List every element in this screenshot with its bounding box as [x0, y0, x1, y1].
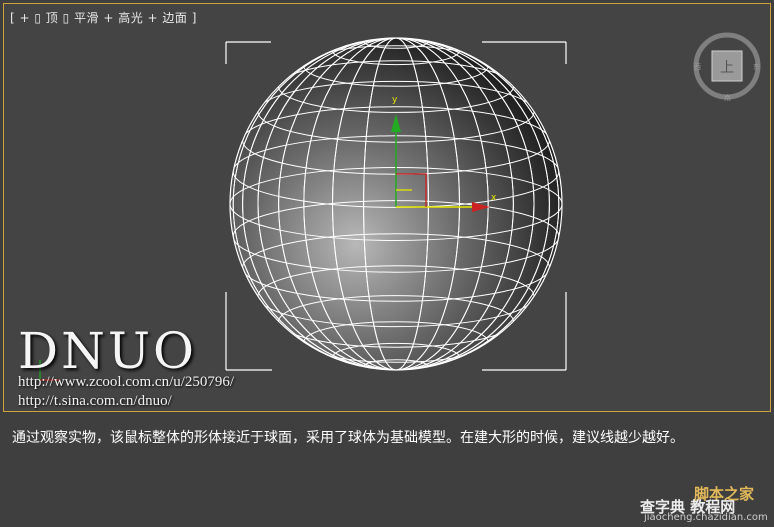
tutorial-caption: 通过观察实物，该鼠标整体的形体接近于球面，采用了球体为基础模型。在建大形的时候，…	[12, 430, 684, 446]
site-watermark-url: jiaocheng.chazidian.com	[644, 512, 768, 523]
sina-url: http://t.sina.com.cn/dnuo/	[18, 393, 172, 409]
viewcube-south: 南	[724, 93, 731, 101]
gizmo-y-label: y	[392, 95, 398, 105]
viewcube-navigation[interactable]: 上 西 东 南	[692, 31, 762, 101]
zcool-url: http://www.zcool.com.cn/u/250796/	[18, 374, 235, 390]
viewcube-top-face: 上	[720, 60, 734, 76]
brand-logo-text: DNUO	[18, 322, 197, 380]
viewcube-east: 东	[753, 62, 760, 71]
viewcube-west: 西	[694, 63, 701, 71]
perspective-viewport[interactable]: [ + ▯ 顶 ▯ 平滑 + 高光 + 边面 ] y x DNUO http:/…	[3, 3, 771, 412]
gizmo-x-label: x	[491, 193, 497, 203]
